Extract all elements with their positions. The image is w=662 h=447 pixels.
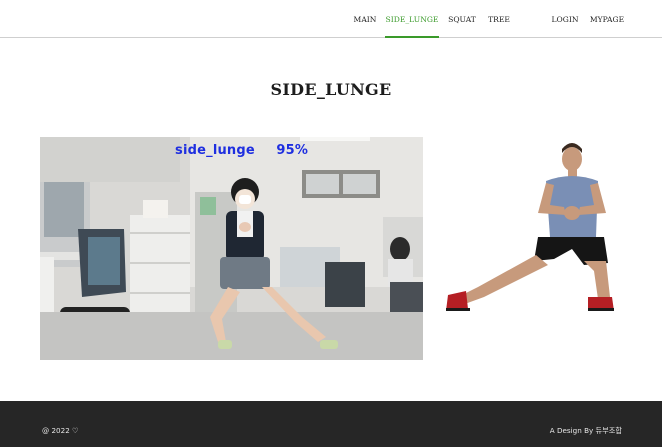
reference-athlete-illustration [446,143,614,311]
nav-squat[interactable]: SQUAT [446,0,478,38]
webcam-scene-image [40,137,423,360]
prediction-confidence: 95% [276,143,309,158]
prediction-class: side_lunge [175,143,255,158]
nav-side-lunge[interactable]: SIDE_LUNGE [385,0,439,38]
top-navbar: MAIN SIDE_LUNGE SQUAT TREE LOGIN MYPAGE [0,0,662,38]
nav-tree[interactable]: TREE [485,0,513,38]
footer-copyright: @ 2022 ♡ [42,426,79,435]
footer: @ 2022 ♡ A Design By 듀부조합 [0,401,662,447]
webcam-feed: side_lunge 95% [40,137,423,360]
nav-login[interactable]: LOGIN [550,0,580,38]
footer-credit: A Design By 듀부조합 [549,426,622,435]
prediction-label: side_lunge 95% [175,143,308,158]
reference-pose-image [438,137,622,320]
nav-main[interactable]: MAIN [350,0,380,38]
page-title: SIDE_LUNGE [270,80,392,99]
nav-mypage[interactable]: MYPAGE [587,0,627,38]
